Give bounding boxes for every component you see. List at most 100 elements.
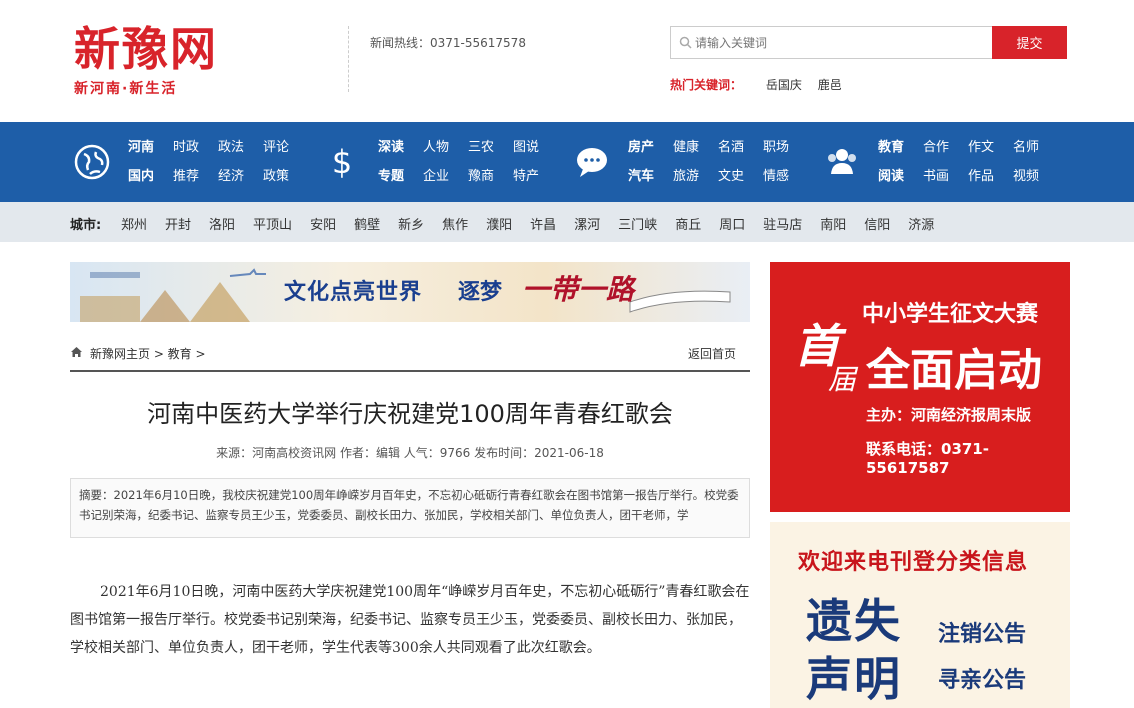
nav-column: 三农 豫商 bbox=[468, 133, 494, 191]
search-input[interactable] bbox=[695, 27, 985, 58]
search-submit-button[interactable]: 提交 bbox=[992, 26, 1067, 59]
nav-column: 政法 经济 bbox=[218, 133, 244, 191]
city-link[interactable]: 三门峡 bbox=[618, 218, 657, 233]
article-meta: 来源：河南高校资讯网 作者：编辑 人气：9766 发布时间：2021-06-18 bbox=[216, 446, 604, 460]
site-logo[interactable]: 新豫网 新河南·新生活 bbox=[74, 22, 249, 100]
nav-column: 名师 视频 bbox=[1013, 133, 1039, 191]
essay-contest-ad[interactable]: 首 届 中小学生征文大赛 全面启动 主办：河南经济报周末版 联系电话：0371-… bbox=[770, 262, 1070, 512]
nav-link[interactable]: 职场 bbox=[763, 133, 789, 162]
city-link[interactable]: 漯河 bbox=[574, 218, 600, 233]
nav-link[interactable]: 评论 bbox=[263, 133, 289, 162]
nav-link[interactable]: 视频 bbox=[1013, 162, 1039, 191]
city-bar-label: 城市: bbox=[70, 218, 102, 233]
nav-link[interactable]: 政法 bbox=[218, 133, 244, 162]
nav-link[interactable]: 深读 bbox=[378, 133, 404, 162]
nav-link[interactable]: 名酒 bbox=[718, 133, 744, 162]
nav-link[interactable]: 作文 bbox=[968, 133, 994, 162]
nav-link[interactable]: 名师 bbox=[1013, 133, 1039, 162]
hot-keywords: 热门关键词： 岳国庆 鹿邑 bbox=[670, 76, 854, 93]
classified-items: 注销公告 寻亲公告 bbox=[938, 612, 1026, 704]
nav-link[interactable]: 教育 bbox=[878, 133, 904, 162]
article-body: 2021年6月10日晚，河南中医药大学庆祝建党100周年“峥嵘岁月百年史，不忘初… bbox=[70, 584, 750, 656]
nav-link[interactable]: 汽车 bbox=[628, 162, 654, 191]
ad-line-3: 主办：河南经济报周末版 bbox=[866, 406, 1032, 424]
back-home-link[interactable]: 返回首页 bbox=[688, 345, 736, 362]
nav-column: 图说 特产 bbox=[513, 133, 539, 191]
city-link[interactable]: 南阳 bbox=[820, 218, 846, 233]
breadcrumb-path[interactable]: 新豫网主页 > 教育 > bbox=[90, 345, 206, 362]
city-list: 郑州 开封 洛阳 平顶山 安阳 鹤壁 新乡 焦作 濮阳 许昌 漯河 三门峡 商丘 周口 驻马店 南阳 信阳 济源 bbox=[121, 214, 952, 233]
hot-keyword-link[interactable]: 岳国庆 bbox=[766, 78, 802, 92]
city-link[interactable]: 濮阳 bbox=[486, 218, 512, 233]
nav-link[interactable]: 健康 bbox=[673, 133, 699, 162]
nav-link[interactable]: 阅读 bbox=[878, 162, 904, 191]
breadcrumb: 新豫网主页 > 教育 > 返回首页 bbox=[70, 340, 750, 372]
nav-column: 深读 专题 bbox=[378, 133, 404, 191]
nav-link[interactable]: 时政 bbox=[173, 133, 199, 162]
dollar-icon: $ bbox=[332, 144, 352, 180]
city-link[interactable]: 开封 bbox=[165, 218, 191, 233]
city-link[interactable]: 济源 bbox=[908, 218, 934, 233]
nav-link[interactable]: 房产 bbox=[628, 133, 654, 162]
city-link[interactable]: 许昌 bbox=[530, 218, 556, 233]
hot-keyword-link[interactable]: 鹿邑 bbox=[818, 78, 842, 92]
classified-item: 注销公告 bbox=[938, 622, 1027, 647]
city-link[interactable]: 平顶山 bbox=[253, 218, 292, 233]
nav-link[interactable]: 图说 bbox=[513, 133, 539, 162]
nav-column: 评论 政策 bbox=[263, 133, 289, 191]
hot-keywords-label: 热门关键词： bbox=[670, 78, 743, 92]
globe-icon bbox=[74, 144, 110, 180]
nav-column: 职场 情感 bbox=[763, 133, 789, 191]
ad-line-2: 全面启动 bbox=[866, 345, 1042, 396]
banner-text-3: 一带一路 bbox=[522, 273, 635, 306]
nav-link[interactable]: 推荐 bbox=[173, 162, 199, 191]
nav-link[interactable]: 特产 bbox=[513, 162, 539, 191]
nav-link[interactable]: 国内 bbox=[128, 162, 154, 191]
banner-ad[interactable]: 文化点亮世界 逐梦 一带一路 bbox=[70, 262, 750, 322]
search-box bbox=[670, 26, 992, 59]
nav-link[interactable]: 情感 bbox=[763, 162, 789, 191]
nav-link[interactable]: 豫商 bbox=[468, 162, 494, 191]
city-link[interactable]: 洛阳 bbox=[209, 218, 235, 233]
nav-link[interactable]: 经济 bbox=[218, 162, 244, 191]
nav-link[interactable]: 专题 bbox=[378, 162, 404, 191]
nav-link[interactable]: 作品 bbox=[968, 162, 994, 191]
classified-ad[interactable]: 欢迎来电刊登分类信息 遗失声明 注销公告 寻亲公告 bbox=[770, 522, 1070, 708]
city-link[interactable]: 郑州 bbox=[121, 218, 147, 233]
site-header: 新豫网 新河南·新生活 新闻热线：0371-55617578 提交 热门关键词：… bbox=[0, 0, 1134, 122]
city-link[interactable]: 商丘 bbox=[675, 218, 701, 233]
city-link[interactable]: 新乡 bbox=[398, 218, 424, 233]
chat-bubble-icon bbox=[577, 148, 607, 177]
article-summary: 摘要：2021年6月10日晚，我校庆祝建党100周年峥嵘岁月百年史，不忘初心砥砺… bbox=[70, 478, 750, 538]
nav-column: 健康 旅游 bbox=[673, 133, 699, 191]
nav-link[interactable]: 三农 bbox=[468, 133, 494, 162]
nav-column: 房产 汽车 bbox=[628, 133, 654, 191]
city-link[interactable]: 驻马店 bbox=[763, 218, 802, 233]
ad-line-4: 联系电话：0371-55617587 bbox=[866, 440, 989, 477]
svg-text:$: $ bbox=[332, 144, 352, 180]
nav-column: 人物 企业 bbox=[423, 133, 449, 191]
city-link[interactable]: 信阳 bbox=[864, 218, 890, 233]
nav-link[interactable]: 合作 bbox=[923, 133, 949, 162]
news-hotline: 新闻热线：0371-55617578 bbox=[370, 36, 526, 50]
nav-link[interactable]: 河南 bbox=[128, 133, 154, 162]
classified-heading: 欢迎来电刊登分类信息 bbox=[798, 550, 1029, 575]
city-link[interactable]: 鹤壁 bbox=[354, 218, 380, 233]
nav-link[interactable]: 书画 bbox=[923, 162, 949, 191]
nav-link[interactable]: 人物 bbox=[423, 133, 449, 162]
nav-link[interactable]: 企业 bbox=[423, 162, 449, 191]
nav-link[interactable]: 旅游 bbox=[673, 162, 699, 191]
city-link[interactable]: 焦作 bbox=[442, 218, 468, 233]
nav-column: 作文 作品 bbox=[968, 133, 994, 191]
city-link[interactable]: 安阳 bbox=[310, 218, 336, 233]
banner-text-1: 文化点亮世界 bbox=[284, 280, 423, 305]
classified-item: 寻亲公告 bbox=[938, 668, 1027, 693]
nav-link[interactable]: 政策 bbox=[263, 162, 289, 191]
logo-main-text: 新豫网 bbox=[74, 22, 218, 76]
city-bar: 城市: 郑州 开封 洛阳 平顶山 安阳 鹤壁 新乡 焦作 濮阳 许昌 漯河 三门峡 商丘 周口 驻马店 南阳 信… bbox=[0, 202, 1134, 242]
nav-column: 河南 国内 bbox=[128, 133, 154, 191]
nav-column: 时政 推荐 bbox=[173, 133, 199, 191]
city-link[interactable]: 周口 bbox=[719, 218, 745, 233]
ad-brush-text-2: 届 bbox=[828, 363, 857, 396]
nav-link[interactable]: 文史 bbox=[718, 162, 744, 191]
